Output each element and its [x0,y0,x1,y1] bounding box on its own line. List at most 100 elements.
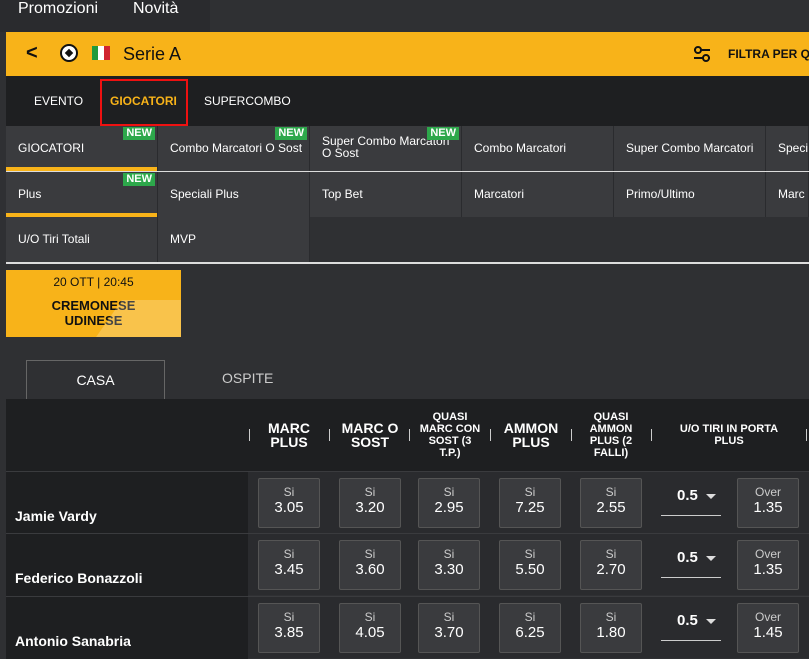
table-row: Jamie Vardy Si 3.05 Si 3.20 Si 2.95 Si 7.25 Si 2.5… [6,471,809,534]
odds-value: 1.80 [596,624,626,641]
odds-key: Si [443,547,455,561]
odds-key: Si [364,610,376,624]
odds-button[interactable]: Si 5.50 [499,540,561,590]
odds-value: 3.05 [274,499,304,516]
market-combo-marcatori[interactable]: Combo Marcatori [462,126,614,171]
odds-value: 3.60 [355,561,385,578]
event-datetime: 20 OTT | 20:45 [53,275,134,289]
odds-key: Si [283,485,295,499]
odds-button[interactable]: Si 3.85 [258,603,320,653]
player-cell [6,597,248,659]
odds-button[interactable]: Si 7.25 [499,478,561,528]
odds-value: 6.25 [515,624,545,641]
col-quasi-ammon: QUASI AMMON PLUS (2 FALLI) [589,411,633,459]
odds-button[interactable]: Si 1.80 [580,603,642,653]
market-combo-marcatori-o-sost[interactable]: Combo Marcatori O Sost NEW [158,126,310,171]
grid-divider [6,171,809,172]
market-speciali[interactable]: Speci [766,126,809,171]
page-title: Serie A [123,44,182,64]
player-name[interactable]: Antonio Sanabria [15,633,131,649]
player-name[interactable]: Federico Bonazzoli [15,570,143,586]
market-super-combo-marcatori[interactable]: Super Combo Marcatori [614,126,766,171]
tab-ospite[interactable]: OSPITE [222,370,273,386]
col-marc-plus: MARC PLUS [268,420,310,450]
odds-value: 3.45 [274,561,304,578]
odds-key: Si [364,547,376,561]
odds-key: Si [443,610,455,624]
top-nav: Promozioni Novità [0,0,210,32]
odds-value: 3.30 [434,561,464,578]
market-marcatori[interactable]: Marcatori [462,172,614,217]
odds-button[interactable]: Si 6.25 [499,603,561,653]
odds-button[interactable]: Si 3.30 [418,540,480,590]
odds-button[interactable]: Si 3.70 [418,603,480,653]
nav-novita[interactable]: Novità [133,0,178,18]
odds-value: 7.25 [515,499,545,516]
player-cell [6,534,248,596]
odds-value: 3.85 [274,624,304,641]
odds-button[interactable]: Si 3.45 [258,540,320,590]
line-select[interactable]: 0.5 [661,548,721,578]
grid-divider [6,262,809,264]
column-divider [490,429,491,441]
nav-promozioni[interactable]: Promozioni [18,0,98,18]
over-odds-button[interactable]: Over 1.35 [737,540,799,590]
odds-key: Si [524,610,536,624]
italy-flag-icon [92,46,110,60]
odds-value: 5.50 [515,561,545,578]
odds-button[interactable]: Si 3.20 [339,478,401,528]
filter-button[interactable]: FILTRA PER QU [728,47,809,61]
over-odds-button[interactable]: Over 1.35 [737,478,799,528]
line-select[interactable]: 0.5 [661,486,721,516]
player-name[interactable]: Jamie Vardy [15,508,97,524]
odds-value: 1.45 [753,624,783,641]
col-ammon-plus: AMMON PLUS [503,420,559,450]
line-value: 0.5 [677,549,698,566]
column-divider [571,429,572,441]
market-primo-ultimo[interactable]: Primo/Ultimo [614,172,766,217]
odds-key: Over [754,485,781,499]
odds-button[interactable]: Si 4.05 [339,603,401,653]
player-cell [6,472,248,534]
odds-key: Si [605,610,617,624]
home-team: CREMONESE [51,298,136,313]
odds-button[interactable]: Si 3.05 [258,478,320,528]
odds-button[interactable]: Si 2.55 [580,478,642,528]
odds-key: Si [524,485,536,499]
odds-button[interactable]: Si 2.95 [418,478,480,528]
new-badge: NEW [275,127,307,140]
odds-value: 2.95 [434,499,464,516]
event-card[interactable]: 20 OTT | 20:45 CREMONESE UDINESE [6,270,181,337]
market-mvp[interactable]: MVP [158,217,310,262]
odds-button[interactable]: Si 3.60 [339,540,401,590]
market-speciali-plus[interactable]: Speciali Plus [158,172,310,217]
odds-value: 1.35 [753,561,783,578]
tab-highlight-box [100,79,188,126]
line-value: 0.5 [677,612,698,629]
tab-evento[interactable]: EVENTO [34,94,83,108]
market-giocatori[interactable]: GIOCATORI NEW [6,126,158,171]
competition-header: < Serie A FILTRA PER QU [6,32,809,76]
back-icon[interactable]: < [26,42,38,65]
over-odds-button[interactable]: Over 1.45 [737,603,799,653]
tab-supercombo[interactable]: SUPERCOMBO [204,94,291,108]
line-select[interactable]: 0.5 [661,611,721,641]
tab-casa[interactable]: CASA [26,360,165,400]
odds-key: Over [754,610,781,624]
market-top-bet[interactable]: Top Bet [310,172,462,217]
line-value: 0.5 [677,487,698,504]
column-divider [806,429,807,441]
filter-icon[interactable] [692,44,712,64]
table-row: Federico Bonazzoli Si 3.45 Si 3.60 Si 3.30 Si 5.… [6,533,809,596]
top-bar-fill [210,0,809,32]
market-marc[interactable]: Marc [766,172,809,217]
soccer-ball-icon [60,44,78,62]
market-uo-tiri-totali[interactable]: U/O Tiri Totali [6,217,158,262]
column-divider [329,429,330,441]
odds-key: Si [605,547,617,561]
chevron-down-icon [706,494,716,499]
market-super-combo-marcatori-o-sost[interactable]: Super Combo Marcatori O Sost NEW [310,126,462,171]
odds-button[interactable]: Si 2.70 [580,540,642,590]
odds-key: Si [283,610,295,624]
market-plus[interactable]: Plus NEW [6,172,158,217]
